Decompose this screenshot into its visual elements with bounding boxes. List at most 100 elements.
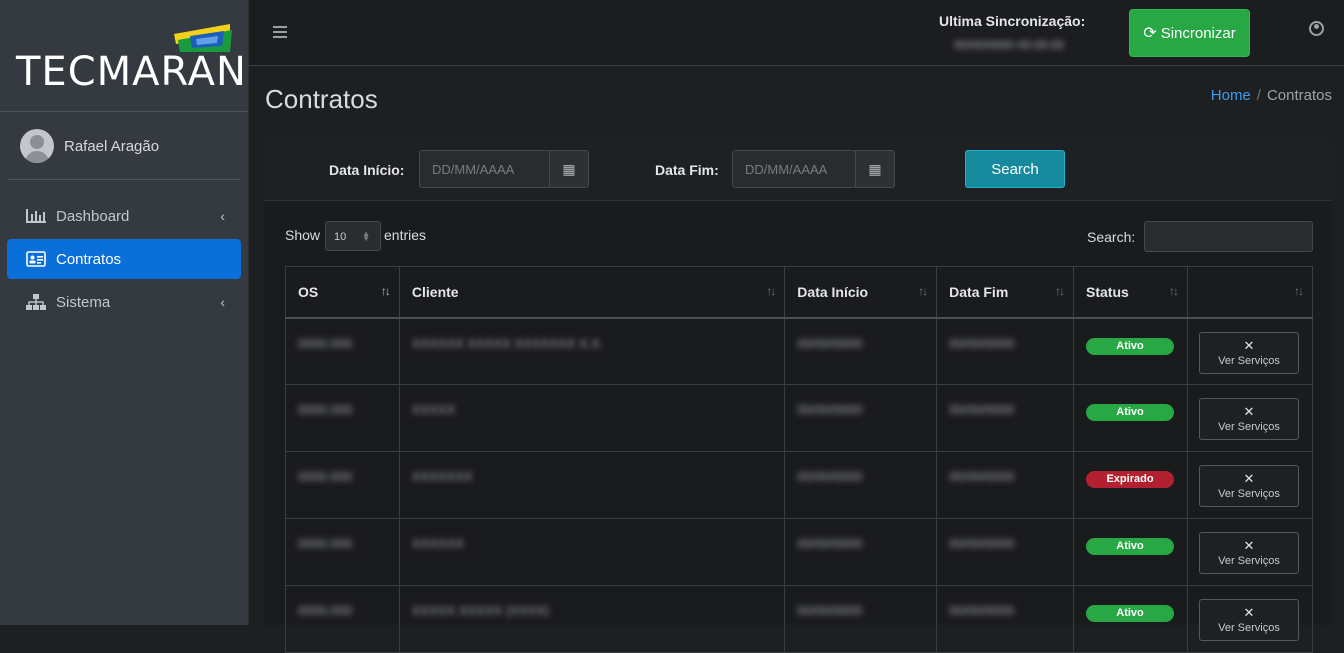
cell-os: 0000.000 bbox=[285, 317, 400, 385]
sidebar-item-dashboard[interactable]: Dashboard ‹ bbox=[7, 196, 241, 236]
cell-status: Ativo bbox=[1073, 585, 1188, 653]
ver-servicos-label: Ver Serviços bbox=[1218, 421, 1280, 433]
contracts-table: OS ↑↓ Cliente ↑↓ Data Início ↑↓ Data Fim ↑↓ … bbox=[285, 266, 1314, 653]
sync-label: Ultima Sincronização: bbox=[939, 13, 1086, 29]
cell-cliente: XXXXXX bbox=[398, 518, 786, 586]
cell-data-inicio: 00/00/0000 bbox=[784, 518, 938, 586]
ver-servicos-button[interactable]: ✕ Ver Serviços bbox=[1198, 599, 1299, 641]
id-card-icon bbox=[25, 251, 47, 267]
status-badge: Ativo bbox=[1086, 337, 1175, 355]
tools-icon: ✕ bbox=[1243, 471, 1255, 486]
avatar[interactable] bbox=[20, 129, 54, 163]
cell-data-inicio: 00/00/0000 bbox=[784, 451, 938, 519]
search-button[interactable]: Search bbox=[965, 150, 1065, 188]
table-row: 0000.000 XXXXXX XXXXX XXXXXXX X.X. 00/00/0… bbox=[285, 317, 1314, 385]
brand-name: TECMARAN bbox=[16, 49, 247, 95]
start-date-label: Data Início: bbox=[329, 162, 405, 178]
table-header-row: OS ↑↓ Cliente ↑↓ Data Início ↑↓ Data Fim ↑↓ … bbox=[285, 266, 1314, 319]
sitemap-icon bbox=[25, 294, 47, 310]
breadcrumb: Home / Contratos bbox=[1211, 87, 1332, 104]
sync-button-label: Sincronizar bbox=[1160, 24, 1236, 42]
user-panel[interactable]: Rafael Aragão bbox=[7, 113, 241, 180]
end-date-label: Data Fim: bbox=[655, 162, 719, 178]
start-date-input[interactable]: DD/MM/AAAA bbox=[419, 150, 550, 188]
table-row: 0000.000 XXXXX 00/00/0000 00/00/0000 Ativo ✕ V… bbox=[285, 384, 1314, 452]
table-search-input[interactable] bbox=[1144, 221, 1313, 252]
column-header-data-fim[interactable]: Data Fim ↑↓ bbox=[936, 266, 1075, 319]
entries-value: 10 bbox=[334, 231, 347, 243]
status-badge: Ativo bbox=[1086, 404, 1175, 421]
status-badge: Ativo bbox=[1086, 538, 1175, 555]
cell-data-inicio: 00/00/0000 bbox=[784, 585, 938, 653]
breadcrumb-current: Contratos bbox=[1266, 87, 1332, 104]
breadcrumb-separator: / bbox=[1256, 87, 1261, 104]
cell-actions: ✕ Ver Serviços bbox=[1186, 384, 1314, 452]
cell-os: 0000.000 bbox=[285, 384, 400, 452]
refresh-icon: ⟳ bbox=[1143, 25, 1157, 42]
entries-select[interactable]: 10 ▲ ▼ bbox=[325, 221, 381, 251]
entries-label: entries bbox=[384, 227, 427, 243]
sidebar-item-label: Dashboard bbox=[56, 207, 130, 225]
table-row: 0000.000 XXXXX XXXXX (XXXX) 00/00/0000 00/0… bbox=[285, 585, 1314, 653]
sort-desc-icon: ↑↓ bbox=[380, 284, 391, 298]
ver-servicos-button[interactable]: ✕ Ver Serviços bbox=[1198, 331, 1299, 374]
sort-icon: ↑↓ bbox=[1168, 284, 1179, 298]
cell-actions: ✕ Ver Serviços bbox=[1186, 585, 1314, 653]
ver-servicos-button[interactable]: ✕ Ver Serviços bbox=[1198, 532, 1299, 574]
table-search-label: Search: bbox=[1087, 229, 1136, 245]
table-row: 0000.000 XXXXXXX 00/00/0000 00/00/0000 Expir… bbox=[285, 451, 1314, 519]
status-badge: Ativo bbox=[1086, 605, 1175, 622]
sort-icon: ↑↓ bbox=[766, 284, 776, 298]
cell-data-inicio: 00/00/0000 bbox=[784, 317, 938, 385]
select-arrows-icon: ▲ ▼ bbox=[362, 229, 370, 243]
bar-chart-icon bbox=[25, 208, 47, 224]
sync-time: 00/00/0000 00:00:00 bbox=[954, 38, 1065, 52]
topbar: Ultima Sincronização: 00/00/0000 00:00:0… bbox=[249, 0, 1344, 66]
ver-servicos-label: Ver Serviços bbox=[1218, 555, 1280, 567]
page-title: Contratos bbox=[265, 84, 378, 114]
ver-servicos-button[interactable]: ✕ Ver Serviços bbox=[1198, 398, 1299, 440]
status-badge: Expirado bbox=[1086, 471, 1175, 488]
date-filter-bar: Data Início: DD/MM/AAAA ▦ Data Fim: DD/M… bbox=[264, 138, 1332, 201]
ver-servicos-label: Ver Serviços bbox=[1218, 354, 1280, 367]
column-header-status[interactable]: Status ↑↓ bbox=[1073, 266, 1188, 319]
tools-icon: ✕ bbox=[1243, 404, 1255, 419]
user-name[interactable]: Rafael Aragão bbox=[64, 138, 159, 155]
cell-data-fim: 00/00/0000 bbox=[936, 518, 1075, 586]
cell-status: Ativo bbox=[1073, 518, 1188, 586]
calendar-icon[interactable]: ▦ bbox=[855, 150, 895, 188]
show-label: Show bbox=[285, 227, 321, 243]
sort-icon: ↑↓ bbox=[1294, 284, 1304, 298]
sidebar-nav: Dashboard ‹ Contratos Sistema ‹ bbox=[7, 196, 241, 325]
sidebar-item-sistema[interactable]: Sistema ‹ bbox=[7, 282, 241, 322]
cell-data-fim: 00/00/0000 bbox=[936, 585, 1075, 653]
tools-icon: ✕ bbox=[1243, 337, 1255, 353]
breadcrumb-home-link[interactable]: Home bbox=[1211, 87, 1251, 104]
cell-status: Ativo bbox=[1073, 384, 1188, 452]
cell-os: 0000.000 bbox=[285, 451, 400, 519]
calendar-icon[interactable]: ▦ bbox=[549, 150, 589, 188]
ver-servicos-button[interactable]: ✕ Ver Serviços bbox=[1198, 465, 1299, 507]
sort-icon: ↑↓ bbox=[1055, 284, 1065, 298]
tools-icon: ✕ bbox=[1243, 605, 1255, 620]
column-header-os[interactable]: OS ↑↓ bbox=[285, 266, 400, 319]
sync-button[interactable]: ⟳ Sincronizar bbox=[1129, 9, 1250, 57]
brand-logo[interactable]: TECMARAN bbox=[0, 0, 248, 112]
column-header-data-inicio[interactable]: Data Início ↑↓ bbox=[784, 266, 938, 319]
cell-status: Expirado bbox=[1073, 451, 1188, 519]
ver-servicos-label: Ver Serviços bbox=[1218, 488, 1280, 500]
sort-icon: ↑↓ bbox=[918, 284, 928, 298]
end-date-input[interactable]: DD/MM/AAAA bbox=[732, 150, 856, 188]
cell-data-fim: 00/00/0000 bbox=[936, 451, 1075, 519]
column-header-actions[interactable]: ↑↓ bbox=[1186, 266, 1314, 319]
cell-data-fim: 00/00/0000 bbox=[936, 317, 1075, 385]
sidebar-item-contratos[interactable]: Contratos bbox=[7, 239, 241, 279]
chevron-left-icon: ‹ bbox=[220, 208, 225, 224]
column-header-cliente[interactable]: Cliente ↑↓ bbox=[398, 266, 786, 319]
cell-os: 0000.000 bbox=[285, 585, 400, 653]
cell-actions: ✕ Ver Serviços bbox=[1186, 317, 1314, 385]
cell-data-fim: 00/00/0000 bbox=[936, 384, 1075, 452]
table-row: 0000.000 XXXXXX 00/00/0000 00/00/0000 Ativo ✕… bbox=[285, 518, 1314, 586]
user-circle-icon[interactable] bbox=[1309, 21, 1324, 36]
menu-toggle-icon[interactable] bbox=[273, 26, 287, 41]
